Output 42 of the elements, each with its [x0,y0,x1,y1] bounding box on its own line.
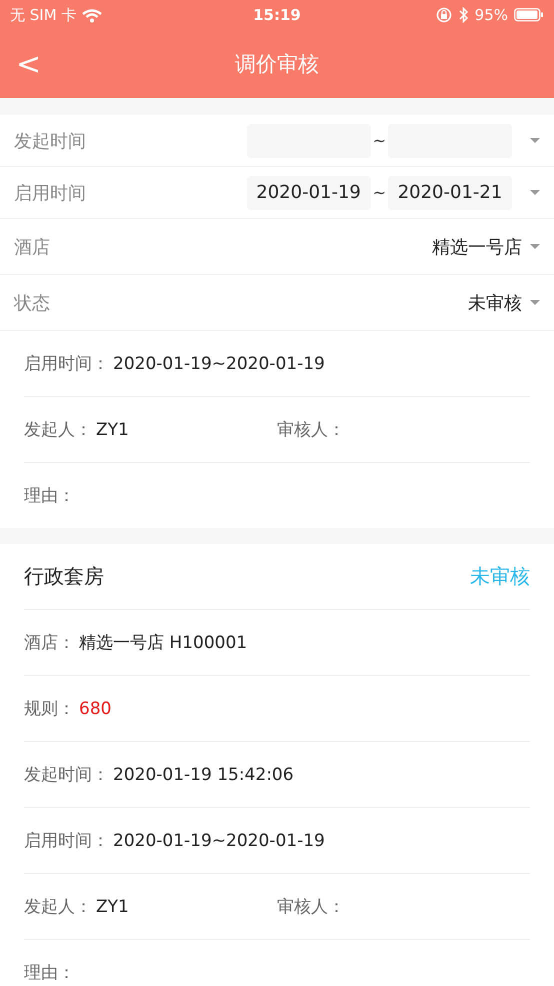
battery-text: 95% [474,6,508,24]
battery-icon [514,8,544,22]
field-label: 审核人： [277,419,345,441]
field-label: 酒店： [24,632,75,654]
range-separator: ~ [372,131,386,150]
page-title: 调价审核 [234,51,320,78]
filter-label: 酒店 [14,236,50,258]
range-separator: ~ [372,183,386,202]
filter-label: 状态 [14,292,50,314]
rotation-lock-icon [436,7,452,23]
date-field[interactable]: 2020-01-19 [246,176,371,210]
carrier-text: 无 SIM 卡 [10,6,76,24]
field-label: 发起人： [24,896,92,918]
wifi-icon [82,8,102,22]
dropdown-caret-icon [530,138,540,143]
status-time: 15:19 [252,6,302,24]
field-label: 理由： [24,485,75,507]
field-value: 2020-01-19~2020-01-19 [113,830,325,850]
field-value: 680 [79,698,112,718]
field-value: ZY1 [96,896,129,916]
field-label: 发起时间： [24,764,109,786]
field-label: 理由： [24,962,75,984]
field-label: 审核人： [277,896,345,918]
field-value: 精选一号店 H100001 [79,632,248,654]
dropdown-caret-icon [530,190,540,195]
field-label: 规则： [24,698,75,720]
date-field[interactable]: 2020-01-21 [388,176,512,210]
bluetooth-icon [458,7,469,23]
field-label: 启用时间： [24,353,109,375]
dropdown-caret-icon [530,300,540,305]
filter-label: 发起时间 [14,130,86,152]
field-value: 2020-01-19~2020-01-19 [113,354,325,374]
field-value: 2020-01-19 15:42:06 [113,764,294,784]
dropdown-caret-icon [530,244,540,249]
filter-label: 启用时间 [14,182,86,204]
filter-dropdown[interactable]: 未审核 [468,290,540,314]
field-label: 发起人： [24,419,92,441]
review-status: 未审核 [470,563,530,590]
field-value: ZY1 [96,420,129,440]
filter-dropdown[interactable]: 精选一号店 [432,234,540,258]
room-type-title: 行政套房 [24,563,104,590]
field-label: 启用时间： [24,830,109,852]
